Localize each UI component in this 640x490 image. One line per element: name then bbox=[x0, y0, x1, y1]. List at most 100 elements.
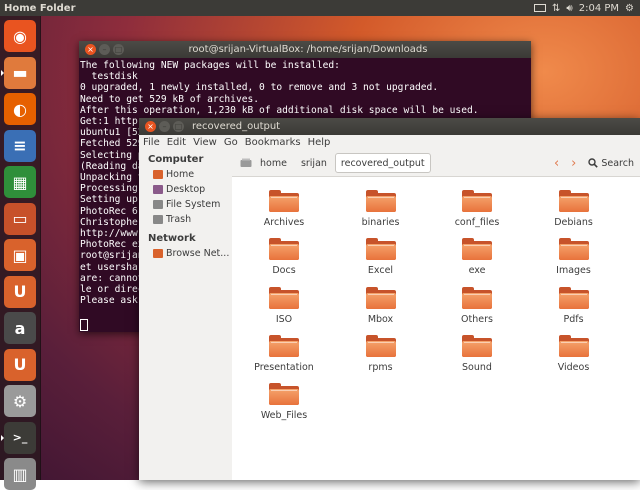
terminal-line: Need to get 529 kB of archives. bbox=[80, 93, 260, 105]
impress-icon[interactable]: ▭ bbox=[4, 202, 36, 235]
close-icon[interactable]: × bbox=[85, 44, 96, 55]
menu-bookmarks[interactable]: Bookmarks bbox=[245, 137, 301, 148]
firefox-icon[interactable]: ◐ bbox=[4, 93, 36, 125]
calc-icon[interactable]: ▦ bbox=[4, 166, 36, 198]
folder-label: Debians bbox=[554, 217, 593, 228]
forward-arrow-icon[interactable]: › bbox=[571, 156, 576, 171]
folder-icon bbox=[462, 190, 492, 212]
maximize-icon[interactable]: □ bbox=[173, 121, 184, 132]
menu-help[interactable]: Help bbox=[308, 137, 331, 148]
drive-icon[interactable] bbox=[238, 154, 254, 172]
breadcrumb-srijan[interactable]: srijan bbox=[295, 153, 333, 173]
terminal-line: testdisk bbox=[80, 71, 138, 83]
folder-item[interactable]: exe bbox=[437, 238, 517, 276]
places-sidebar: Computer Home Desktop File System Trash Net… bbox=[139, 150, 233, 480]
folder-label: Others bbox=[461, 313, 493, 325]
folder-item[interactable]: Web_Files bbox=[244, 383, 324, 421]
folder-icon bbox=[269, 334, 299, 357]
menu-file[interactable]: File bbox=[143, 137, 160, 148]
trash-icon bbox=[153, 215, 163, 224]
folder-item[interactable]: Sound bbox=[437, 334, 517, 373]
breadcrumb-recovered_output[interactable]: recovered_output bbox=[334, 153, 431, 173]
search-button[interactable]: Search bbox=[588, 158, 634, 169]
file-manager-titlebar[interactable]: × – □ recovered_output bbox=[139, 118, 640, 135]
close-icon[interactable]: × bbox=[145, 121, 156, 132]
file-manager-title: recovered_output bbox=[192, 121, 281, 132]
settings-icon[interactable]: ⚙ bbox=[4, 385, 36, 417]
folder-label: conf_files bbox=[454, 217, 500, 228]
folder-icon bbox=[365, 286, 396, 309]
minimize-icon[interactable]: – bbox=[159, 121, 170, 132]
folder-item[interactable]: ISO bbox=[244, 286, 324, 325]
terminal-line: After this operation, 1,230 kB of additi… bbox=[80, 104, 479, 116]
breadcrumb-home[interactable]: home bbox=[254, 153, 293, 173]
terminal-icon[interactable]: >_ bbox=[4, 421, 36, 454]
folder-label: Excel bbox=[367, 265, 394, 277]
dash-icon[interactable]: ◉ bbox=[4, 20, 36, 52]
sidebar-item-home[interactable]: Home bbox=[139, 167, 232, 182]
folder-item[interactable]: Archives bbox=[244, 190, 324, 228]
folder-icon bbox=[558, 238, 589, 261]
network-arrows-icon[interactable]: ⇅ bbox=[552, 3, 560, 14]
sidebar-header-network: Network bbox=[148, 233, 196, 244]
folder-icon bbox=[269, 238, 299, 261]
running-indicator bbox=[1, 434, 4, 441]
sidebar-item-label: Home bbox=[166, 169, 195, 180]
ubuntu-one-icon[interactable]: U bbox=[4, 275, 36, 308]
search-icon bbox=[588, 158, 599, 168]
sidebar-item-browse-net[interactable]: Browse Net... bbox=[139, 246, 232, 261]
folder-label: ISO bbox=[275, 313, 293, 325]
folder-item[interactable]: Docs bbox=[244, 238, 324, 276]
ubuntu-one-music-icon[interactable]: U bbox=[4, 348, 36, 381]
folder-item[interactable]: Debians bbox=[534, 190, 614, 228]
folder-item[interactable]: Images bbox=[534, 238, 614, 276]
writer-icon[interactable]: ≡ bbox=[4, 129, 36, 162]
maximize-icon[interactable]: □ bbox=[113, 44, 124, 55]
volume-icon[interactable]: 🔊︎ bbox=[566, 3, 572, 14]
minimize-icon[interactable]: – bbox=[99, 44, 110, 55]
folder-item[interactable]: rpms bbox=[341, 334, 421, 373]
back-arrow-icon[interactable]: ‹ bbox=[554, 156, 559, 171]
sidebar-item-trash[interactable]: Trash bbox=[139, 212, 232, 227]
menu-view[interactable]: View bbox=[193, 137, 217, 148]
sidebar-header-computer: Computer bbox=[148, 154, 204, 165]
search-label: Search bbox=[601, 157, 634, 169]
folder-label: rpms bbox=[368, 361, 393, 373]
menu-go[interactable]: Go bbox=[224, 137, 238, 148]
file-manager-window[interactable]: × – □ recovered_output File Edit View Go Boo… bbox=[139, 118, 640, 480]
folder-icon bbox=[365, 238, 396, 261]
folder-item[interactable]: Mbox bbox=[341, 286, 421, 325]
amazon-icon[interactable]: a bbox=[4, 312, 36, 344]
sidebar-item-file-system[interactable]: File System bbox=[139, 197, 232, 212]
folder-item[interactable]: conf_files bbox=[437, 190, 517, 228]
terminal-cursor bbox=[80, 319, 88, 331]
software-center-icon[interactable]: ▣ bbox=[4, 239, 36, 271]
folder-label: Sound bbox=[462, 361, 492, 373]
trash-icon[interactable]: ▥ bbox=[4, 458, 36, 490]
terminal-line: The following NEW packages will be insta… bbox=[80, 60, 340, 71]
sidebar-item-label: Desktop bbox=[166, 184, 206, 195]
folder-label: Videos bbox=[557, 361, 590, 373]
sidebar-item-desktop[interactable]: Desktop bbox=[139, 182, 232, 197]
mail-icon[interactable] bbox=[534, 4, 547, 12]
folder-item[interactable]: Pdfs bbox=[534, 286, 614, 325]
gear-icon[interactable]: ⚙ bbox=[625, 3, 634, 14]
folder-item[interactable]: binaries bbox=[341, 190, 421, 228]
folder-label: Pdfs bbox=[563, 313, 584, 325]
folder-label: Archives bbox=[263, 217, 305, 228]
folder-item[interactable]: Excel bbox=[341, 238, 421, 276]
folder-item[interactable]: Others bbox=[437, 286, 517, 325]
launcher: ◉ ▬ ◐ ≡ ▦ ▭ ▣ Ua U ⚙ >_ ▥ bbox=[0, 16, 41, 490]
folder-item[interactable]: Videos bbox=[534, 334, 614, 373]
folder-icon bbox=[269, 286, 299, 309]
home-icon bbox=[153, 170, 163, 179]
menu-edit[interactable]: Edit bbox=[167, 137, 186, 148]
panel-clock[interactable]: 2:04 PM bbox=[579, 3, 619, 14]
terminal-titlebar[interactable]: × – □ root@srijan-VirtualBox: /home/srij… bbox=[79, 41, 531, 58]
folder-icon bbox=[558, 334, 589, 357]
folder-icon bbox=[269, 190, 299, 212]
files-icon[interactable]: ▬ bbox=[4, 56, 36, 89]
folder-icon bbox=[462, 286, 492, 309]
terminal-title: root@srijan-VirtualBox: /home/srijan/Dow… bbox=[188, 44, 428, 55]
folder-item[interactable]: Presentation bbox=[244, 334, 324, 373]
